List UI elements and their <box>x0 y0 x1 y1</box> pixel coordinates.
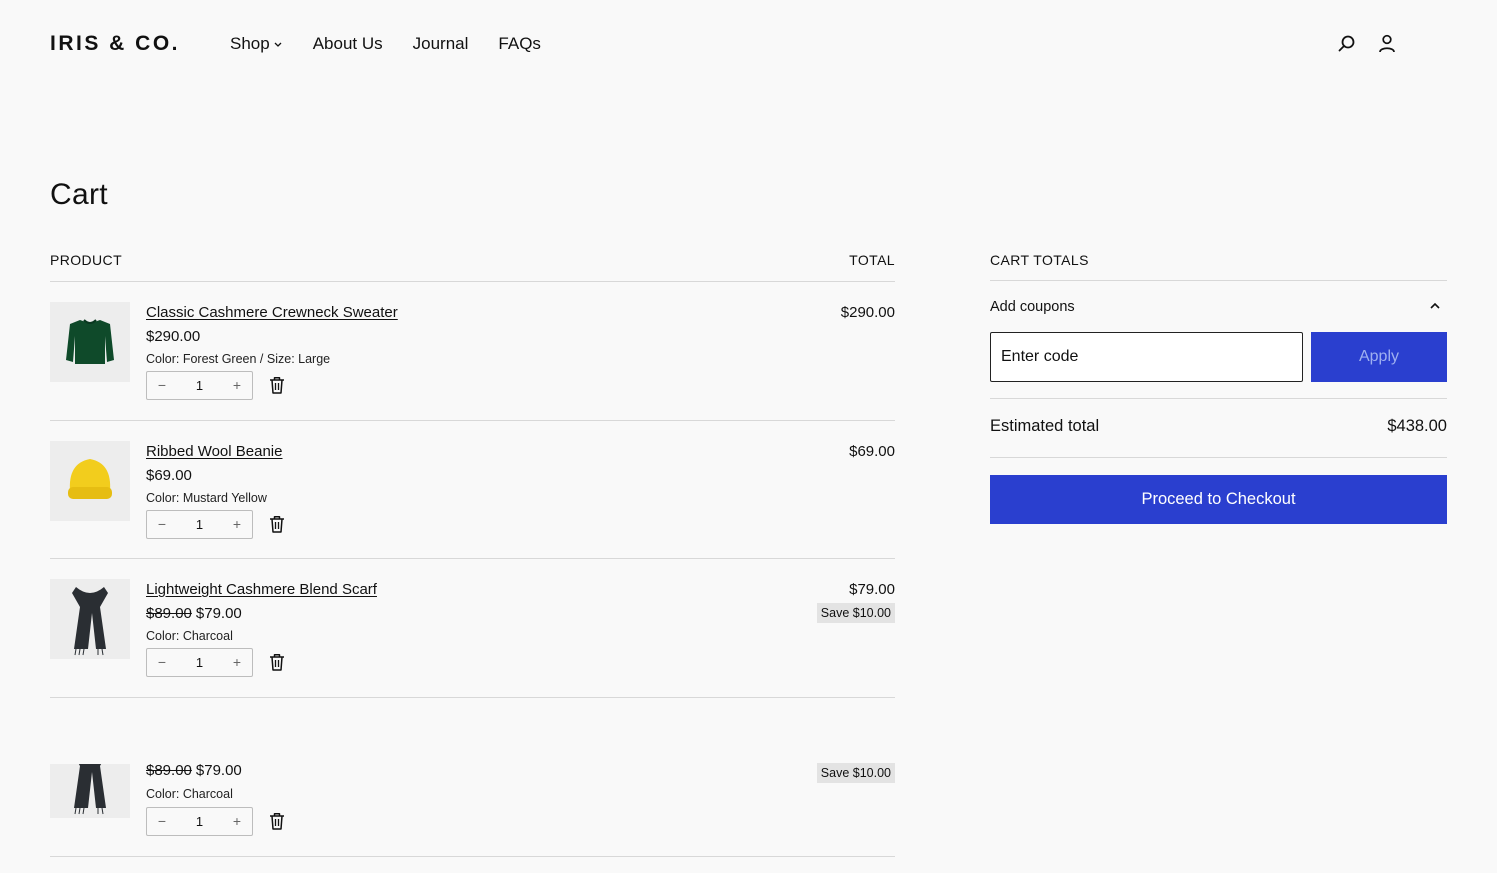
quantity-input[interactable]: 1 <box>177 649 222 676</box>
add-coupons-toggle[interactable]: Add coupons <box>990 297 1447 317</box>
price: $69.00 <box>146 467 192 484</box>
main-nav: Shop About Us Journal FAQs <box>230 32 541 56</box>
nav-journal[interactable]: Journal <box>413 32 469 56</box>
product-variant: Color: Forest Green / Size: Large <box>146 352 331 366</box>
trash-icon[interactable] <box>269 376 285 394</box>
savings-badge: Save $10.00 <box>816 603 895 623</box>
scarf-image <box>50 579 130 659</box>
trash-icon[interactable] <box>269 515 285 533</box>
product-variant: Color: Mustard Yellow <box>146 491 267 505</box>
logo[interactable]: IRIS & CO. <box>50 31 180 57</box>
apply-coupon-button[interactable]: Apply <box>1311 332 1447 382</box>
line-total: $290.00 <box>840 304 895 321</box>
quantity-stepper: − 1 + <box>146 510 253 539</box>
quantity-input[interactable]: 1 <box>177 511 222 538</box>
nav-shop[interactable]: Shop <box>230 32 283 56</box>
estimated-total-label: Estimated total <box>990 417 1100 435</box>
decrease-quantity-button[interactable]: − <box>147 511 177 538</box>
original-price: $89.00 <box>146 605 192 622</box>
cart-item: Classic Cashmere Crewneck Sweater $290.0… <box>50 282 895 421</box>
increase-quantity-button[interactable]: + <box>222 808 252 835</box>
page-title: Cart <box>50 178 108 211</box>
search-icon[interactable] <box>1336 33 1358 55</box>
increase-quantity-button[interactable]: + <box>222 649 252 676</box>
product-price: $89.00 $79.00 <box>146 604 242 624</box>
site-header: IRIS & CO. Shop About Us Journal FAQs <box>0 0 1497 88</box>
estimated-total-value: $438.00 <box>1387 417 1447 435</box>
quantity-input[interactable]: 1 <box>177 372 222 399</box>
product-title-link[interactable]: Ribbed Wool Beanie <box>146 442 282 462</box>
line-total: $79.00 <box>849 581 895 598</box>
chevron-down-icon <box>274 42 282 47</box>
nav-shop-label: Shop <box>230 34 270 53</box>
decrease-quantity-button[interactable]: − <box>147 372 177 399</box>
quantity-input[interactable]: 1 <box>177 808 222 835</box>
trash-icon[interactable] <box>269 653 285 671</box>
cart-item: Lightweight Cashmere Blend Scarf $89.00 $… <box>50 559 895 698</box>
proceed-to-checkout-button[interactable]: Proceed to Checkout <box>990 475 1447 524</box>
product-column-header: PRODUCT <box>50 252 123 268</box>
product-image[interactable] <box>50 302 130 382</box>
line-total: $69.00 <box>849 443 895 460</box>
quantity-stepper: − 1 + <box>146 648 253 677</box>
divider <box>990 280 1447 281</box>
nav-about-us[interactable]: About Us <box>313 32 383 56</box>
sale-price: $79.00 <box>195 605 242 622</box>
divider <box>50 697 895 698</box>
decrease-quantity-button[interactable]: − <box>147 649 177 676</box>
cart-item: $89.00 $79.00 Color: Charcoal − 1 + Save … <box>50 718 895 857</box>
increase-quantity-button[interactable]: + <box>222 372 252 399</box>
divider <box>990 398 1447 399</box>
product-variant: Color: Charcoal <box>146 787 233 801</box>
quantity-stepper: − 1 + <box>146 807 253 836</box>
nav-faqs[interactable]: FAQs <box>498 32 541 56</box>
add-coupons-label: Add coupons <box>990 299 1075 315</box>
original-price: $89.00 <box>146 762 192 779</box>
quantity-stepper: − 1 + <box>146 371 253 400</box>
divider <box>990 457 1447 458</box>
product-image[interactable] <box>50 441 130 521</box>
product-price: $89.00 $79.00 <box>146 761 242 781</box>
sale-price: $79.00 <box>195 762 242 779</box>
increase-quantity-button[interactable]: + <box>222 511 252 538</box>
chevron-up-icon <box>1430 302 1440 309</box>
decrease-quantity-button[interactable]: − <box>147 808 177 835</box>
product-image[interactable] <box>50 764 130 818</box>
product-price: $69.00 <box>146 466 192 486</box>
trash-icon[interactable] <box>269 812 285 830</box>
savings-badge: Save $10.00 <box>816 763 895 783</box>
product-price: $290.00 <box>146 327 200 347</box>
total-column-header: TOTAL <box>849 252 895 268</box>
cart-item: Ribbed Wool Beanie $69.00 Color: Mustard… <box>50 421 895 560</box>
coupon-code-input[interactable] <box>990 332 1303 382</box>
divider <box>50 856 895 857</box>
product-variant: Color: Charcoal <box>146 629 233 643</box>
account-icon[interactable] <box>1376 33 1398 55</box>
cart-totals-heading: CART TOTALS <box>990 252 1089 268</box>
sweater-image <box>50 302 130 382</box>
product-title-link[interactable]: Lightweight Cashmere Blend Scarf <box>146 580 377 600</box>
price: $290.00 <box>146 328 201 345</box>
product-image[interactable] <box>50 579 130 659</box>
beanie-image <box>50 441 130 521</box>
scarf-image <box>50 764 130 818</box>
product-title-link[interactable]: Classic Cashmere Crewneck Sweater <box>146 303 398 323</box>
